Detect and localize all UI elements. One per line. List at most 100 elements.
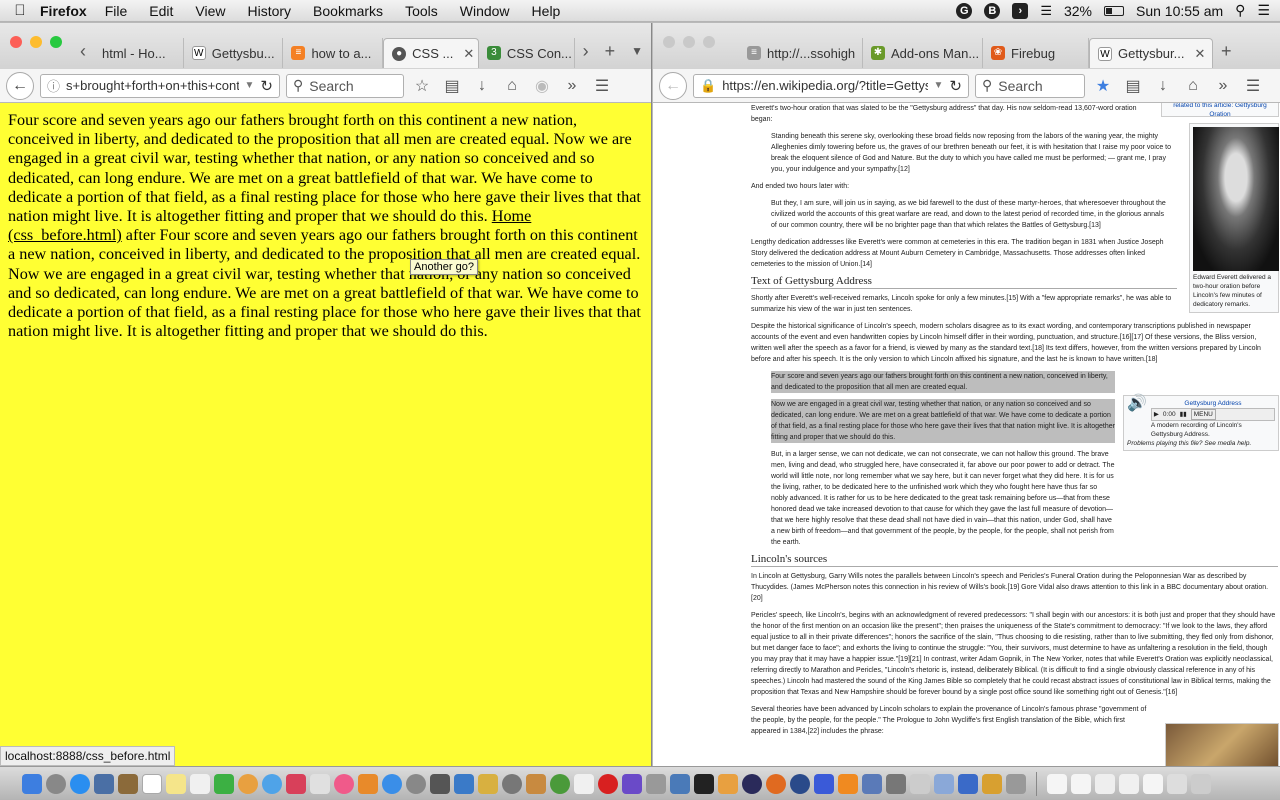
reload-icon[interactable]: ↻ xyxy=(949,77,962,95)
itunes-icon[interactable] xyxy=(334,773,354,794)
app-icon-9[interactable] xyxy=(718,773,738,794)
opera-icon[interactable] xyxy=(598,773,618,794)
hamburger-menu-icon[interactable]: ☰ xyxy=(1241,76,1265,96)
minimize-window-button[interactable] xyxy=(30,36,42,48)
menu-bookmarks[interactable]: Bookmarks xyxy=(313,3,383,19)
new-tab-icon[interactable]: + xyxy=(597,41,624,62)
chrome-icon[interactable] xyxy=(550,773,570,794)
reminders-icon[interactable] xyxy=(190,773,210,794)
tab-list-icon[interactable]: ▼ xyxy=(623,44,651,58)
lock-icon[interactable]: 🔒 xyxy=(700,78,716,94)
manuscript-image[interactable] xyxy=(1165,723,1279,766)
messages-icon[interactable] xyxy=(214,773,234,794)
app-icon-1[interactable] xyxy=(430,773,450,794)
wifi-icon[interactable]: ☰ xyxy=(1040,3,1052,19)
close-tab-icon[interactable]: ✕ xyxy=(1194,46,1205,62)
menu-help[interactable]: Help xyxy=(532,3,561,19)
url-dropdown-icon[interactable]: ▼ xyxy=(245,80,255,91)
wiki-highlight-1[interactable]: Four score and seven years ago our fathe… xyxy=(771,371,1115,393)
app-icon-6[interactable] xyxy=(622,773,642,794)
document-icon[interactable] xyxy=(574,773,594,794)
volume-icon[interactable]: ▮▮ xyxy=(1180,410,1187,419)
reading-list-icon[interactable]: ▤ xyxy=(1121,76,1145,96)
zoom-window-button[interactable] xyxy=(50,36,62,48)
app-icon-16[interactable] xyxy=(958,773,978,794)
spotlight-icon[interactable]: ⚲ xyxy=(1235,2,1245,19)
home-icon[interactable]: ⌂ xyxy=(500,77,524,95)
edward-everett-portrait[interactable] xyxy=(1193,127,1279,271)
site-info-icon[interactable]: ⓘ xyxy=(47,76,60,95)
tray-icon-a[interactable]: G xyxy=(956,2,973,19)
firefox-icon[interactable] xyxy=(766,773,786,794)
app-icon-12[interactable] xyxy=(814,773,834,794)
url-bar[interactable]: 🔒 https://en.wikipedia.org/?title=Gettys… xyxy=(693,73,969,98)
menu-view[interactable]: View xyxy=(195,3,225,19)
tab-scroll-left-icon[interactable]: ‹ xyxy=(72,41,94,62)
bookmark-star-icon[interactable]: ☆ xyxy=(410,76,434,96)
app-icon-5[interactable] xyxy=(526,773,546,794)
numbers-icon[interactable] xyxy=(310,773,330,794)
overflow-icon[interactable]: » xyxy=(1211,77,1235,95)
app-icon-15[interactable] xyxy=(934,773,954,794)
help-icon[interactable] xyxy=(910,773,930,794)
tab-css-con[interactable]: 3 CSS Con... xyxy=(479,38,575,68)
system-preferences-icon[interactable] xyxy=(406,773,426,794)
contacts-icon[interactable] xyxy=(118,773,138,794)
app-icon-4[interactable] xyxy=(502,773,522,794)
trash-icon[interactable] xyxy=(1191,773,1211,794)
tab-gettysburg-active[interactable]: W Gettysbur... ✕ xyxy=(1089,38,1213,68)
back-button[interactable]: ← xyxy=(6,71,34,100)
menu-window[interactable]: Window xyxy=(460,3,510,19)
download-icon[interactable]: ↓ xyxy=(470,77,494,95)
facetime-icon[interactable] xyxy=(262,773,282,794)
app-icon-7[interactable] xyxy=(646,773,666,794)
menu-file[interactable]: File xyxy=(105,3,128,19)
document-stack-1-icon[interactable] xyxy=(1047,773,1067,794)
document-stack-5-icon[interactable] xyxy=(1143,773,1163,794)
close-window-button[interactable] xyxy=(663,36,675,48)
close-tab-icon[interactable]: ✕ xyxy=(463,46,474,62)
notification-center-icon[interactable]: ☰ xyxy=(1257,2,1270,19)
tab-html-ho[interactable]: html - Ho... xyxy=(94,38,184,68)
photos-icon[interactable] xyxy=(238,773,258,794)
preview-icon[interactable] xyxy=(94,773,114,794)
search-box[interactable]: ⚲ Search xyxy=(286,73,404,98)
url-dropdown-icon[interactable]: ▼ xyxy=(934,80,944,91)
terminal-icon[interactable] xyxy=(694,773,714,794)
sync-icon[interactable]: ◉ xyxy=(530,76,554,96)
overflow-icon[interactable]: » xyxy=(560,77,584,95)
tab-gettysburg[interactable]: W Gettysbu... xyxy=(184,38,284,68)
new-tab-icon[interactable]: + xyxy=(1213,41,1240,62)
menu-tools[interactable]: Tools xyxy=(405,3,438,19)
play-icon[interactable]: ▶ xyxy=(1154,410,1159,419)
app-icon-13[interactable] xyxy=(862,773,882,794)
app-icon-11[interactable] xyxy=(790,773,810,794)
app-menu[interactable]: Firefox xyxy=(40,3,87,19)
document-stack-4-icon[interactable] xyxy=(1119,773,1139,794)
finder-icon[interactable] xyxy=(22,773,42,794)
tab-addons[interactable]: ✱ Add-ons Man... xyxy=(863,38,983,68)
photobooth-icon[interactable] xyxy=(286,773,306,794)
download-icon[interactable]: ↓ xyxy=(1151,77,1175,95)
vlc-icon[interactable] xyxy=(838,773,858,794)
wikisource-link[interactable]: related to this article: Gettysburg Orat… xyxy=(1173,103,1267,118)
zoom-window-button[interactable] xyxy=(703,36,715,48)
tab-how-to[interactable]: ≡ how to a... xyxy=(283,38,384,68)
tab-scroll-right-icon[interactable]: › xyxy=(575,41,597,62)
hamburger-menu-icon[interactable]: ☰ xyxy=(590,76,614,96)
reading-list-icon[interactable]: ▤ xyxy=(440,76,464,96)
close-window-button[interactable] xyxy=(10,36,22,48)
app-icon-10[interactable] xyxy=(742,773,762,794)
wiki-highlight-2[interactable]: Now we are engaged in a great civil war,… xyxy=(771,399,1115,443)
app-icon-3[interactable] xyxy=(478,773,498,794)
clock[interactable]: Sun 10:55 am xyxy=(1136,3,1223,19)
app-icon-2[interactable] xyxy=(454,773,474,794)
search-box[interactable]: ⚲ Search xyxy=(975,73,1085,98)
launchpad-icon[interactable] xyxy=(46,773,66,794)
battery-icon[interactable] xyxy=(1104,5,1124,16)
minimize-window-button[interactable] xyxy=(683,36,695,48)
reload-icon[interactable]: ↻ xyxy=(260,77,273,95)
menu-history[interactable]: History xyxy=(247,3,291,19)
notes-icon[interactable] xyxy=(166,773,186,794)
url-bar[interactable]: ⓘ s+brought+forth+on+this+contir ▼ ↻ xyxy=(40,73,280,98)
